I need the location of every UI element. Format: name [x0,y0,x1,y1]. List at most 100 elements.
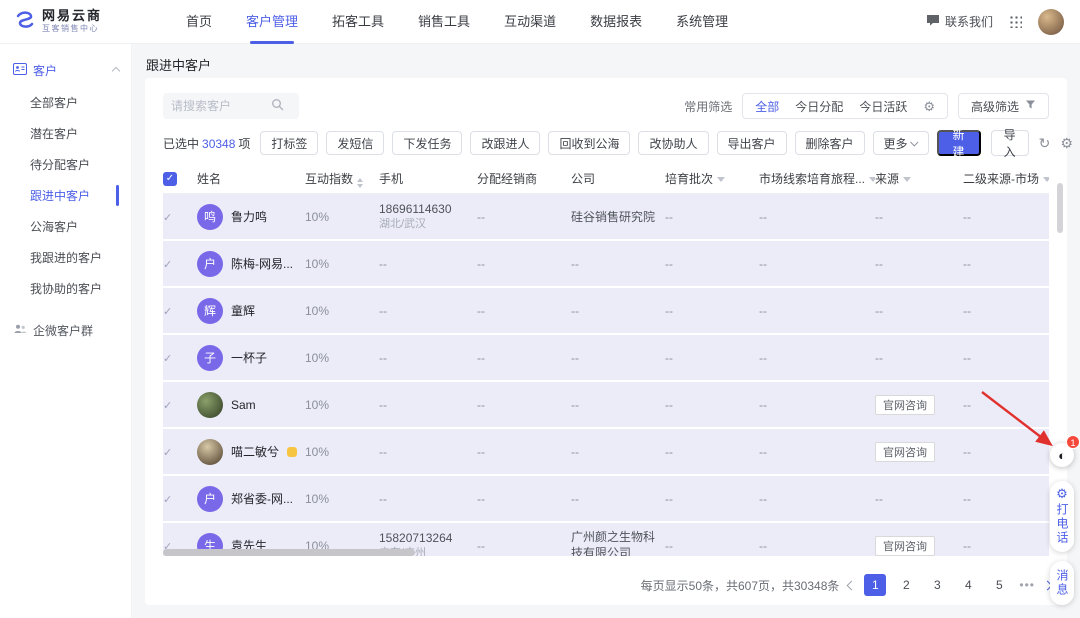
pagination-summary: 每页显示50条，共607页，共30348条 [641,577,840,594]
quick-filter-all[interactable]: 全部 [755,98,779,115]
delete-customers-button[interactable]: 删除客户 [795,131,865,155]
table-row[interactable]: ✓ 户陈梅-网易... 10% -- -- -- -- -- -- -- [163,241,1049,288]
message-widget[interactable]: 消息 [1050,561,1074,605]
prev-page-icon[interactable] [847,580,857,590]
nav-system[interactable]: 系统管理 [676,0,728,44]
row-checkbox[interactable]: ✓ [163,494,172,506]
user-avatar[interactable] [1038,9,1064,35]
customer-search[interactable] [163,93,299,119]
customer-name[interactable]: 郑省委-网... [231,490,293,507]
customer-name[interactable]: 鲁力鸣 [231,208,267,225]
selected-count: 30348 [202,137,235,151]
horizontal-scrollbar[interactable] [163,549,415,556]
page-ellipsis[interactable]: ••• [1019,578,1035,592]
change-assistant-button[interactable]: 改协助人 [638,131,708,155]
sidebar-item-following-customers[interactable]: 跟进中客户 [0,180,131,211]
more-button[interactable]: 更多 [873,131,929,155]
page-number[interactable]: 4 [957,574,979,596]
create-button[interactable]: 新建 [937,130,981,156]
nav-sales-tools[interactable]: 销售工具 [418,0,470,44]
page-number[interactable]: 1 [864,574,886,596]
sort-icon[interactable] [357,178,363,188]
row-checkbox[interactable]: ✓ [163,306,172,318]
filter-icon[interactable] [717,177,725,182]
col-secondary-source[interactable]: 二级来源-市场 [963,164,1049,194]
filter-icon[interactable] [1043,177,1049,182]
call-widget[interactable]: ⚙ 打电话 [1050,481,1074,552]
customer-name[interactable]: 一杯子 [231,349,267,366]
chat-bubble-icon [926,14,940,30]
recycle-to-pool-button[interactable]: 回收到公海 [548,131,630,155]
quick-filter-today-assigned[interactable]: 今日分配 [795,98,843,115]
sidebar-item-unassigned-customers[interactable]: 待分配客户 [0,149,131,180]
row-checkbox[interactable]: ✓ [163,212,172,224]
import-button[interactable]: 导入 [991,130,1029,156]
nav-reports[interactable]: 数据报表 [590,0,642,44]
page-number[interactable]: 2 [895,574,917,596]
tag-button[interactable]: 打标签 [260,131,318,155]
send-sms-button[interactable]: 发短信 [326,131,384,155]
table-header-row: ✓ 姓名 互动指数 手机 分配经销商 公司 培育批次 市场线索培育旅程... 来… [163,164,1049,194]
customer-list-card: 常用筛选 全部 今日分配 今日活跃 ⚙ 高级筛选 [145,78,1067,605]
collapse-caret-icon[interactable] [112,66,120,74]
sidebar-item-potential-customers[interactable]: 潜在客户 [0,118,131,149]
nav-customer-management[interactable]: 客户管理 [246,0,298,44]
table-row[interactable]: ✓ 辉童辉 10% -- -- -- -- -- -- -- [163,288,1049,335]
customer-name[interactable]: 童辉 [231,302,255,319]
advanced-filter-button[interactable]: 高级筛选 [958,93,1049,119]
app-grid-icon[interactable] [1009,15,1022,28]
call-settings-icon[interactable]: ⚙ [1056,487,1068,500]
avatar: 辉 [197,298,223,324]
quick-filter-today-active[interactable]: 今日活跃 [859,98,907,115]
export-customers-button[interactable]: 导出客户 [717,131,787,155]
top-navbar: 网易云商 互客销售中心 首页 客户管理 拓客工具 销售工具 互动渠道 数据报表 … [0,0,1080,44]
page-number[interactable]: 3 [926,574,948,596]
col-engagement[interactable]: 互动指数 [305,164,379,194]
page-number[interactable]: 5 [988,574,1010,596]
row-checkbox[interactable]: ✓ [163,353,172,365]
table-settings-icon[interactable]: ⚙ [1060,136,1073,150]
row-checkbox[interactable]: ✓ [163,447,172,459]
group-people-icon [13,323,27,338]
contact-us[interactable]: 联系我们 [926,13,993,30]
table-row[interactable]: ✓ 喵二敏兮 10% -- -- -- -- -- 官网咨询 -- [163,429,1049,476]
search-icon[interactable] [271,98,284,114]
assign-task-button[interactable]: 下发任务 [392,131,462,155]
sidebar-section-label: 客户 [33,62,57,79]
filter-icon[interactable] [903,177,911,182]
id-card-icon [13,63,27,78]
nav-prospecting-tools[interactable]: 拓客工具 [332,0,384,44]
call-label: 打电话 [1056,503,1068,545]
avatar: 子 [197,345,223,371]
customer-name[interactable]: 陈梅-网易... [231,255,293,272]
row-checkbox[interactable]: ✓ [163,259,172,271]
vertical-scrollbar[interactable] [1057,183,1063,233]
chevron-down-icon [910,138,918,146]
sidebar-item-my-assisted[interactable]: 我协助的客户 [0,273,131,304]
nav-home[interactable]: 首页 [186,0,212,44]
refresh-icon[interactable]: ↻ [1039,136,1051,150]
search-input[interactable] [171,99,271,113]
table-row[interactable]: ✓ 户郑省委-网... 10% -- -- -- -- -- -- -- [163,476,1049,523]
customer-name[interactable]: 喵二敏兮 [231,443,279,460]
customer-name[interactable]: Sam [231,398,256,412]
table-row[interactable]: ✓ 鸣鲁力鸣 10% 18696114630湖北/武汉 -- 硅谷销售研究院 -… [163,194,1049,241]
nav-channels[interactable]: 互动渠道 [504,0,556,44]
theme-toggle-widget[interactable]: ◐ 1 [1050,443,1074,467]
change-follower-button[interactable]: 改跟进人 [470,131,540,155]
sidebar-item-my-followed[interactable]: 我跟进的客户 [0,242,131,273]
col-source[interactable]: 来源 [875,164,963,194]
main-nav: 首页 客户管理 拓客工具 销售工具 互动渠道 数据报表 系统管理 [186,0,728,44]
row-checkbox[interactable]: ✓ [163,400,172,412]
sidebar-section-wecom-groups[interactable]: 企微客户群 [0,314,131,347]
source-tag: 官网咨询 [875,395,935,415]
col-batch[interactable]: 培育批次 [665,164,759,194]
table-row[interactable]: ✓ 子一杯子 10% -- -- -- -- -- -- -- [163,335,1049,382]
sidebar-item-all-customers[interactable]: 全部客户 [0,87,131,118]
sidebar-section-customers[interactable]: 客户 [0,54,131,87]
quick-filter-settings-icon[interactable]: ⚙ [923,100,935,113]
table-row[interactable]: ✓ Sam 10% -- -- -- -- -- 官网咨询 -- [163,382,1049,429]
sidebar-item-public-pool[interactable]: 公海客户 [0,211,131,242]
select-all-checkbox[interactable]: ✓ [163,172,177,186]
col-journey[interactable]: 市场线索培育旅程... [759,164,875,194]
